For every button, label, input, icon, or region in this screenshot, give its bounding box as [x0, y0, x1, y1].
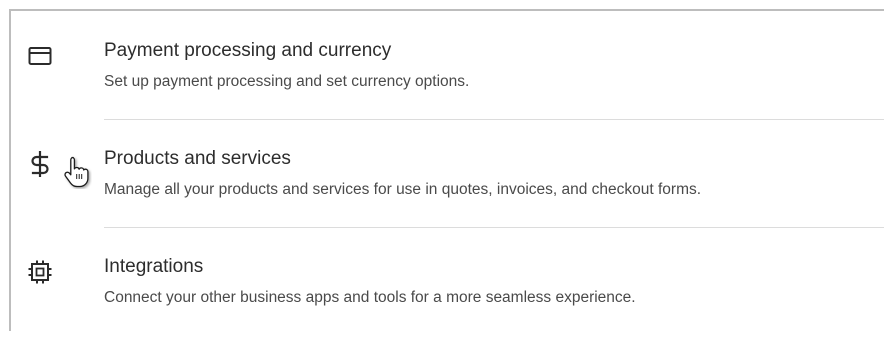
- chip-icon: [27, 259, 53, 285]
- settings-item-title: Integrations: [104, 256, 204, 277]
- divider: [104, 119, 884, 120]
- settings-item-title: Products and services: [104, 148, 291, 169]
- settings-item-products-services[interactable]: Products and services Manage all your pr…: [11, 145, 884, 245]
- settings-item-description: Connect your other business apps and too…: [104, 289, 636, 306]
- settings-item-description: Set up payment processing and set curren…: [104, 73, 470, 90]
- settings-item-payment-processing[interactable]: Payment processing and currency Set up p…: [11, 37, 884, 137]
- credit-card-icon: [27, 43, 53, 69]
- divider: [104, 227, 884, 228]
- settings-item-integrations[interactable]: Integrations Connect your other business…: [11, 253, 884, 353]
- dollar-sign-icon: [27, 151, 53, 177]
- settings-list: Payment processing and currency Set up p…: [11, 11, 884, 331]
- settings-item-title: Payment processing and currency: [104, 40, 392, 61]
- settings-item-description: Manage all your products and services fo…: [104, 181, 702, 198]
- settings-panel: Payment processing and currency Set up p…: [9, 9, 884, 331]
